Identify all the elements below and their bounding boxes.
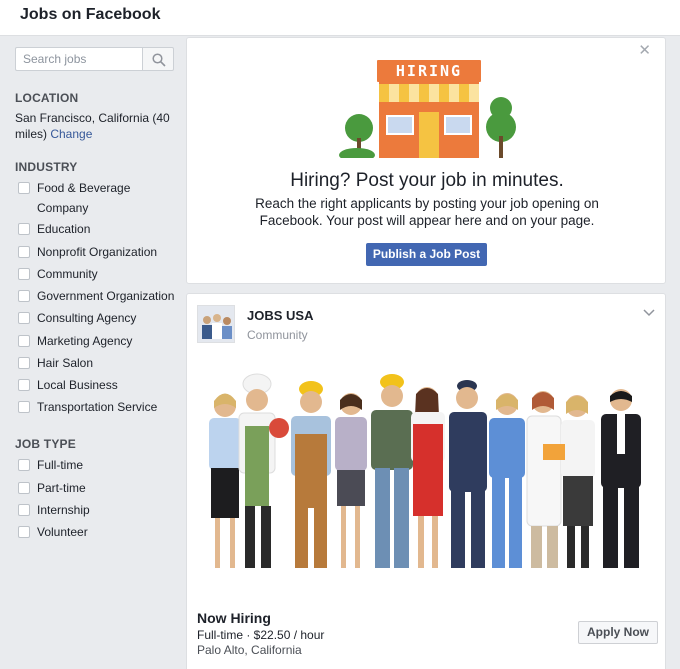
- checkbox-label: Transportation Service: [37, 400, 158, 414]
- close-icon[interactable]: ✕: [638, 41, 651, 59]
- job-type-heading: JOB TYPE: [15, 437, 76, 451]
- checkbox[interactable]: [18, 246, 30, 258]
- checkbox[interactable]: [18, 459, 30, 471]
- hiring-description: Reach the right applicants by posting yo…: [255, 196, 599, 228]
- apply-now-button[interactable]: Apply Now: [578, 621, 658, 644]
- location-text: San Francisco, California (40 miles) Cha…: [15, 110, 180, 142]
- location-heading: LOCATION: [15, 91, 79, 105]
- awning: [379, 84, 479, 102]
- page-category: Community: [247, 328, 308, 342]
- checkbox[interactable]: [18, 223, 30, 235]
- hiring-title: Hiring? Post your job in minutes.: [290, 170, 564, 191]
- search-icon: [152, 53, 166, 67]
- hiring-promo-card: ✕ HIRING Hiring? Post your job in minute…: [186, 37, 666, 284]
- checkbox[interactable]: [18, 357, 30, 369]
- checkbox-label: Education: [37, 222, 91, 236]
- checkbox[interactable]: [18, 379, 30, 391]
- checkbox-label: Food & Beverage Company: [37, 181, 131, 215]
- checkbox-label: Volunteer: [37, 525, 88, 539]
- checkbox-label: Nonprofit Organization: [37, 245, 158, 259]
- filter-sidebar: LOCATION San Francisco, California (40 m…: [0, 37, 185, 669]
- checkbox-label: Community: [37, 267, 98, 281]
- page-avatar[interactable]: [197, 305, 235, 343]
- page-title: Jobs on Facebook: [20, 6, 161, 23]
- people-avatar-icon: [198, 306, 234, 342]
- chevron-down-icon[interactable]: [642, 308, 656, 318]
- hiring-storefront-illustration: HIRING: [339, 60, 516, 158]
- checkbox[interactable]: [18, 504, 30, 516]
- job-title[interactable]: Now Hiring: [197, 610, 271, 626]
- hiring-sign-text: HIRING: [396, 62, 462, 80]
- checkbox[interactable]: [18, 290, 30, 302]
- workers-group-image: [187, 356, 665, 601]
- checkbox-label: Consulting Agency: [37, 311, 137, 325]
- checkbox-label: Internship: [37, 503, 90, 517]
- checkbox[interactable]: [18, 268, 30, 280]
- job-meta: Full-time · $22.50 / hour: [197, 628, 325, 642]
- job-post-card: JOBS USA Community Now Hiring Full-time …: [186, 293, 666, 669]
- checkbox-label: Part-time: [37, 481, 86, 495]
- checkbox-label: Hair Salon: [37, 356, 94, 370]
- change-location-link[interactable]: Change: [50, 127, 92, 141]
- checkbox[interactable]: [18, 401, 30, 413]
- top-bar: Jobs on Facebook: [0, 0, 680, 36]
- industry-heading: INDUSTRY: [15, 160, 78, 174]
- checkbox[interactable]: [18, 482, 30, 494]
- job-post-photo[interactable]: [187, 356, 665, 601]
- publish-job-post-button[interactable]: Publish a Job Post: [366, 243, 487, 266]
- checkbox[interactable]: [18, 335, 30, 347]
- page-name[interactable]: JOBS USA: [247, 308, 313, 323]
- checkbox-label: Local Business: [37, 378, 118, 392]
- job-location: Palo Alto, California: [197, 643, 302, 657]
- checkbox[interactable]: [18, 526, 30, 538]
- checkbox[interactable]: [18, 312, 30, 324]
- checkbox-label: Full-time: [37, 458, 84, 472]
- checkbox-label: Government Organization: [37, 289, 175, 303]
- checkbox[interactable]: [18, 182, 30, 194]
- checkbox-label: Marketing Agency: [37, 334, 133, 348]
- search-input[interactable]: [15, 47, 142, 71]
- search-box: [15, 47, 174, 71]
- search-button[interactable]: [142, 47, 174, 71]
